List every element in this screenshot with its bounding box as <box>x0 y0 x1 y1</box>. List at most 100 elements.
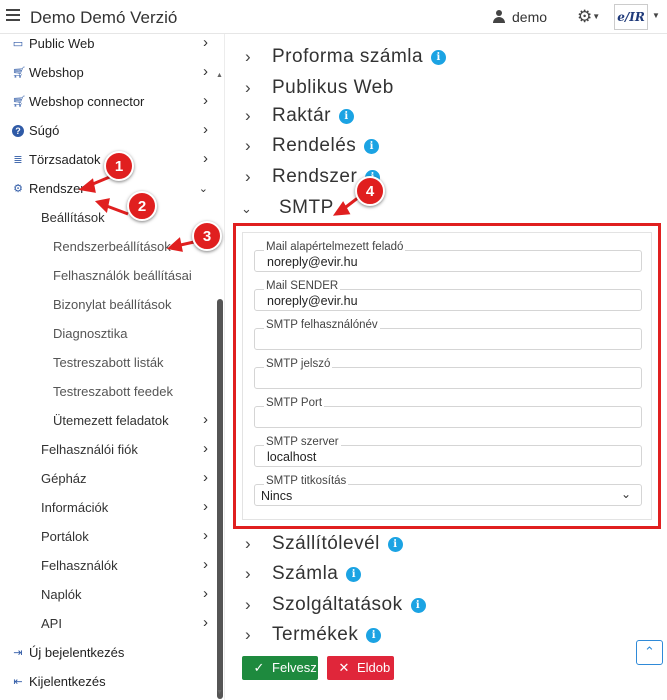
info-icon[interactable]: i <box>364 139 380 154</box>
chevron-right-icon: › <box>203 63 208 80</box>
mail-default-sender-input[interactable] <box>254 250 642 272</box>
save-button[interactable]: ✓ Felvesz <box>242 656 318 680</box>
scroll-up-icon[interactable]: ▲ <box>216 72 223 79</box>
chevron-right-icon: › <box>203 556 208 573</box>
sidebar-scrollbar[interactable] <box>217 299 223 699</box>
sidebar-item-label: Public Web <box>29 36 95 51</box>
caret-down-icon[interactable]: ▼ <box>652 11 660 20</box>
sidebar-item-webshop[interactable]: 🛒︎ Webshop › <box>0 59 214 88</box>
field-label: Mail SENDER <box>264 280 341 292</box>
sidebar-item-testreszabott-feedek[interactable]: Testreszabott feedek <box>0 378 214 407</box>
smtp-encryption-select[interactable]: Nincs ⌄ <box>254 484 642 506</box>
info-icon[interactable]: i <box>346 567 362 582</box>
mail-sender-field: Mail SENDER <box>254 280 642 311</box>
sidebar-item-testreszabott-listak[interactable]: Testreszabott listák <box>0 349 214 378</box>
sidebar-item-bizonylat-beallitasok[interactable]: Bizonylat beállítások <box>0 291 214 320</box>
settings-gear-icon[interactable]: ⚙▼ <box>577 7 600 27</box>
sidebar: ▲ ▭ Public Web › 🛒︎ Webshop › 🛒︎ Webshop… <box>0 34 225 700</box>
info-icon[interactable]: i <box>366 628 382 643</box>
section-szamla[interactable]: › Számla i <box>245 563 362 591</box>
sidebar-item-gephaz[interactable]: Gépház › <box>0 465 214 494</box>
user-menu[interactable]: demo <box>493 9 547 25</box>
sidebar-item-beallitasok[interactable]: Beállítások <box>0 204 214 233</box>
info-icon[interactable]: i <box>410 598 426 613</box>
sidebar-item-kijelentkezes[interactable]: ⇤ Kijelentkezés <box>0 668 214 697</box>
field-label: SMTP szerver <box>264 436 341 448</box>
smtp-username-input[interactable] <box>254 328 642 350</box>
sidebar-item-rendszer[interactable]: ⚙ Rendszer ⌄ <box>0 175 214 204</box>
sign-in-icon: ⇥ <box>13 647 23 659</box>
field-label: SMTP felhasználónév <box>264 319 380 331</box>
mail-default-sender-field: Mail alapértelmezett feladó <box>254 241 642 272</box>
sidebar-item-label: Portálok <box>41 529 89 544</box>
info-icon[interactable]: i <box>387 537 403 552</box>
section-publikus-web[interactable]: › Publikus Web <box>245 77 394 105</box>
chevron-down-icon: ⌄ <box>620 487 631 501</box>
sidebar-item-label: Testreszabott feedek <box>53 384 173 399</box>
sidebar-item-portalok[interactable]: Portálok › <box>0 523 214 552</box>
sidebar-item-felhasznalok-beallitasai[interactable]: Felhasználók beállításai <box>0 262 214 291</box>
section-title: Proforma számla <box>272 46 424 67</box>
user-icon <box>493 10 505 23</box>
section-title: Publikus Web <box>272 77 394 98</box>
section-smtp[interactable]: ⌄ SMTP <box>241 197 334 225</box>
smtp-highlight-box: Mail alapértelmezett feladó Mail SENDER … <box>233 223 661 529</box>
section-raktar[interactable]: › Raktár i <box>245 105 354 133</box>
smtp-password-input[interactable] <box>254 367 642 389</box>
section-proforma-szamla[interactable]: › Proforma számla i <box>245 46 447 74</box>
sidebar-item-label: Beállítások <box>41 210 105 225</box>
sidebar-item-felhasznaloi-fiok[interactable]: Felhasználói fiók › <box>0 436 214 465</box>
scroll-to-top-button[interactable]: ⌃ <box>636 640 663 665</box>
sidebar-item-public-web[interactable]: ▭ Public Web › <box>0 34 214 59</box>
sidebar-item-utemezett-feladatok[interactable]: Ütemezett feladatok › <box>0 407 214 436</box>
sidebar-item-webshop-connector[interactable]: 🛒︎ Webshop connector › <box>0 88 214 117</box>
sidebar-item-api[interactable]: API › <box>0 610 214 639</box>
section-title: Számla <box>272 563 339 584</box>
field-label: SMTP jelszó <box>264 358 333 370</box>
sidebar-item-informaciok[interactable]: Információk › <box>0 494 214 523</box>
sidebar-item-label: Bizonylat beállítások <box>53 297 172 312</box>
chevron-right-icon: › <box>203 527 208 544</box>
smtp-port-input[interactable] <box>254 406 642 428</box>
discard-button[interactable]: ✕ Eldob <box>327 656 394 680</box>
sidebar-item-rendszerbeallitasok[interactable]: Rendszerbeállítások <box>0 233 214 262</box>
chevron-right-icon: › <box>203 34 208 51</box>
question-icon: ? <box>12 125 24 137</box>
sidebar-item-sugo[interactable]: ? Súgó › <box>0 117 214 146</box>
chevron-right-icon: › <box>245 595 252 614</box>
field-label: Mail alapértelmezett feladó <box>264 241 406 253</box>
top-bar: Demo Demó Verzió demo ⚙▼ e/IR ▼ <box>0 0 667 34</box>
chevron-right-icon: › <box>203 498 208 515</box>
section-title: Rendszer <box>272 166 358 187</box>
section-szolgaltatasok[interactable]: › Szolgáltatások i <box>245 594 426 622</box>
chevron-right-icon: › <box>245 136 252 155</box>
chevron-right-icon: › <box>203 585 208 602</box>
sidebar-item-naplok[interactable]: Naplók › <box>0 581 214 610</box>
section-title: Rendelés <box>272 135 357 156</box>
section-szallitolevel[interactable]: › Szállítólevél i <box>245 533 403 561</box>
smtp-password-field: SMTP jelszó <box>254 358 642 389</box>
brand-logo[interactable]: e/IR <box>614 4 648 30</box>
database-icon: ≣ <box>13 154 23 166</box>
chevron-right-icon: › <box>245 534 252 553</box>
sidebar-item-uj-bejelentkezes[interactable]: ⇥ Új bejelentkezés <box>0 639 214 668</box>
section-rendeles[interactable]: › Rendelés i <box>245 135 380 163</box>
scroll-down-icon[interactable]: ▼ <box>216 689 223 696</box>
info-icon[interactable]: i <box>338 109 354 124</box>
chevron-right-icon: › <box>203 440 208 457</box>
chevron-right-icon: › <box>245 167 252 186</box>
smtp-server-field: SMTP szerver <box>254 436 642 467</box>
section-termekek[interactable]: › Termékek i <box>245 624 382 652</box>
sidebar-item-label: Rendszer <box>29 181 85 196</box>
sidebar-item-label: Felhasználók <box>41 558 118 573</box>
sign-out-icon: ⇤ <box>13 676 23 688</box>
sidebar-item-felhasznalok[interactable]: Felhasználók › <box>0 552 214 581</box>
sidebar-item-label: Súgó <box>29 123 60 138</box>
app-title: Demo Demó Verzió <box>30 8 178 27</box>
mail-sender-input[interactable] <box>254 289 642 311</box>
smtp-server-input[interactable] <box>254 445 642 467</box>
menu-icon[interactable] <box>6 9 20 21</box>
sidebar-item-diagnosztika[interactable]: Diagnosztika <box>0 320 214 349</box>
x-icon: ✕ <box>338 660 350 675</box>
info-icon[interactable]: i <box>431 50 447 65</box>
